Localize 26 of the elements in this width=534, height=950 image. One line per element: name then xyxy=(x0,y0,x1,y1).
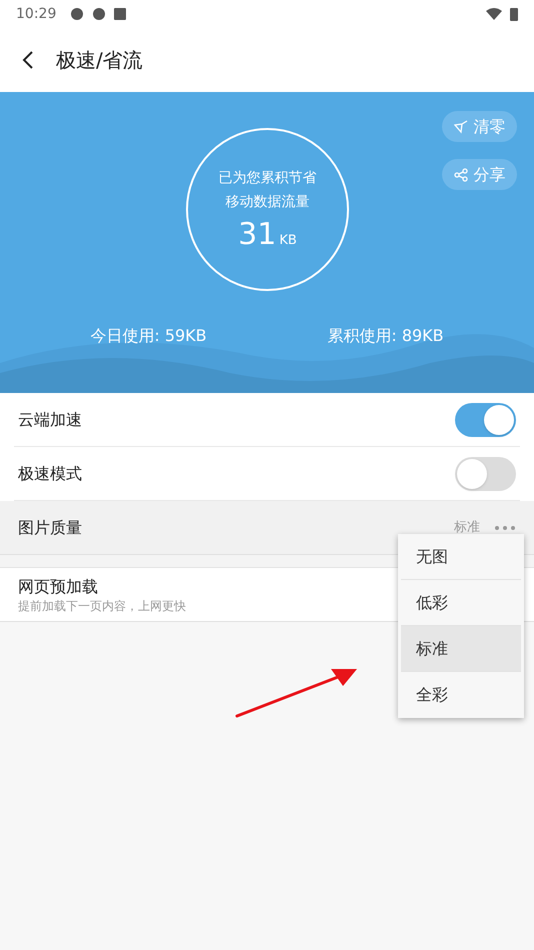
broom-icon xyxy=(454,120,468,134)
wifi-icon xyxy=(486,8,502,20)
saved-value: 31 xyxy=(238,216,276,254)
status-time: 10:29 xyxy=(16,4,56,24)
saved-unit: KB xyxy=(279,232,297,250)
more-icon[interactable] xyxy=(494,524,516,530)
setting-value: 标准 xyxy=(454,518,480,537)
usage-stat: 今日使用: 59KB xyxy=(90,325,207,347)
app-icon xyxy=(114,8,126,20)
setting-label: 云端加速 xyxy=(18,408,82,430)
back-icon[interactable] xyxy=(22,51,34,69)
page-title: 极速/省流 xyxy=(56,47,143,74)
saved-caption: 已为您累积节省 xyxy=(218,168,316,188)
setting-label: 网页预加载 xyxy=(18,576,98,598)
toggle-switch[interactable] xyxy=(455,402,516,436)
usage-stat: 累积使用: 89KB xyxy=(327,325,444,347)
setting-label: 极速模式 xyxy=(18,462,82,484)
share-icon xyxy=(454,168,468,182)
setting-label: 图片质量 xyxy=(18,516,82,538)
toggle-switch[interactable] xyxy=(455,456,516,490)
menu-item[interactable]: 全彩 xyxy=(401,672,521,718)
menu-item[interactable]: 无图 xyxy=(401,534,521,580)
menu-item[interactable]: 标准 xyxy=(401,626,521,672)
setting-hint: 提前加载下一页内容，上网更快 xyxy=(18,598,186,614)
battery-icon xyxy=(510,7,518,21)
saved-caption: 移动数据流量 xyxy=(226,192,310,212)
